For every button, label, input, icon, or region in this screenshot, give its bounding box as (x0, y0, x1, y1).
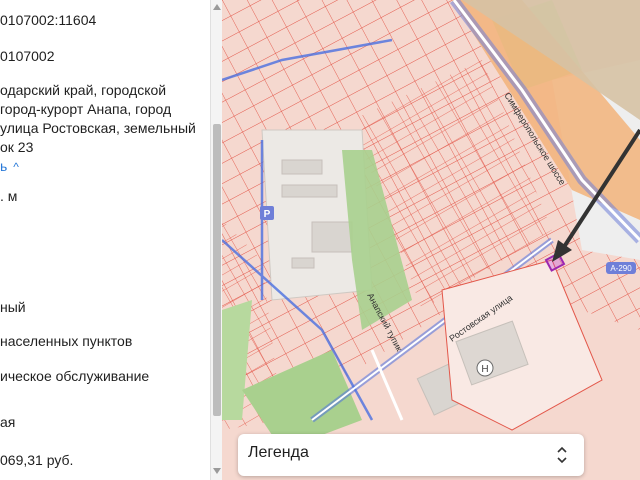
legend-label: Легенда (248, 444, 309, 461)
area-value: . м (0, 188, 18, 204)
legend-dropdown[interactable]: Легенда (238, 434, 584, 476)
permitted-use: ическое обслуживание (0, 368, 150, 384)
cadastral-number: 0107002:11604 (0, 12, 97, 28)
collapse-link[interactable]: ь (0, 158, 7, 174)
parking-label: P (264, 209, 271, 220)
land-category: населенных пунктов (0, 333, 133, 349)
ownership-form: ая (0, 414, 16, 430)
collapse-toggle[interactable]: ь ^ (0, 155, 19, 178)
poi-label: H (481, 364, 488, 375)
chevron-up-icon[interactable]: ^ (13, 160, 19, 174)
scroll-down-icon[interactable] (213, 468, 221, 474)
road-badge-label: А-290 (610, 264, 632, 273)
cadastral-quarter: 0107002 (0, 48, 55, 64)
chevron-updown-icon (557, 446, 567, 464)
scrollbar-thumb[interactable] (213, 124, 221, 416)
map-view[interactable]: H P Симферопольское шоссе Ростовская ули… (222, 0, 640, 480)
scroll-up-icon[interactable] (213, 4, 221, 10)
map-canvas[interactable]: H P Симферопольское шоссе Ростовская ули… (222, 0, 640, 480)
cadastral-value: 069,31 руб. (0, 452, 74, 468)
status-value: ный (0, 299, 26, 315)
info-panel: 0107002:11604 0107002 одарский край, гор… (0, 0, 210, 480)
